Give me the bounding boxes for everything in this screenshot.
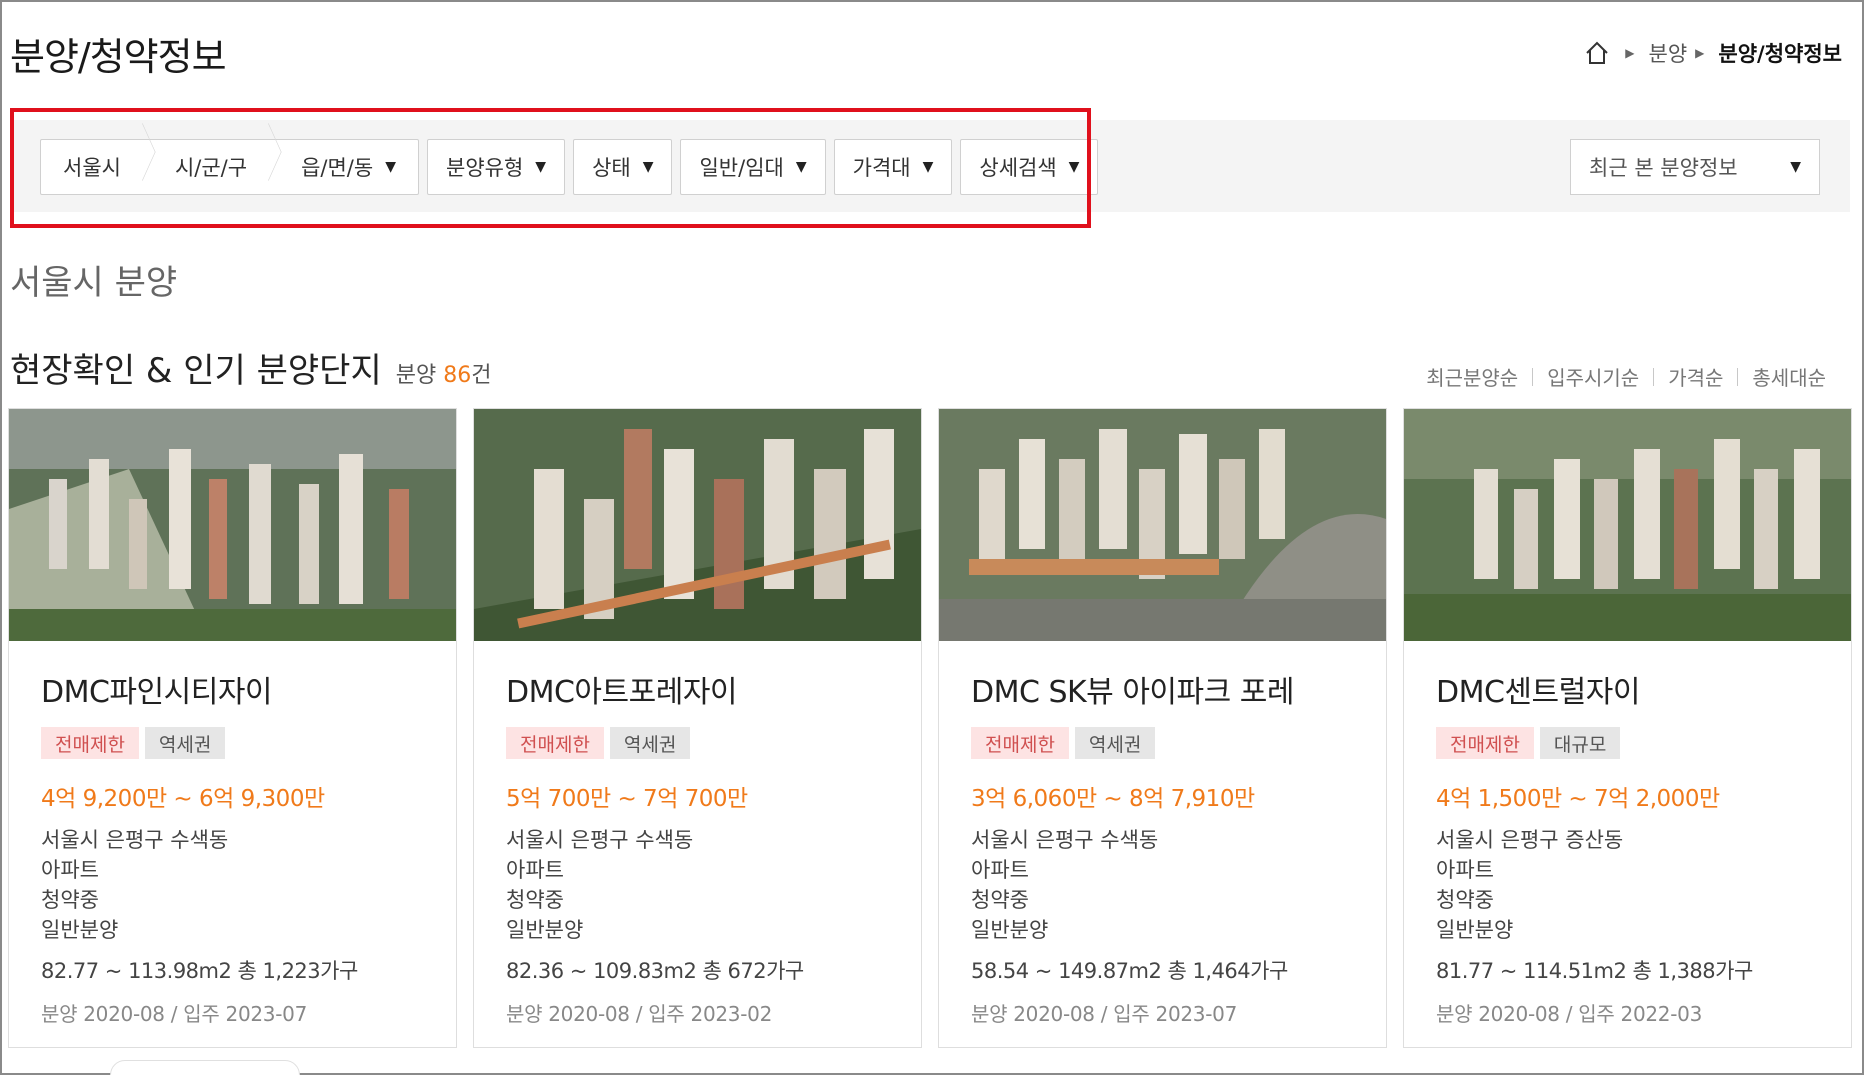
address: 서울시 은평구 수색동: [971, 828, 1159, 852]
sort-price[interactable]: 가격순: [1668, 362, 1723, 391]
card-body: DMC SK뷰 아이파크 포레 전매제한 역세권 3억 6,060만 ~ 8억 …: [939, 641, 1386, 985]
tag-feature: 역세권: [609, 727, 691, 759]
size-households: 82.77 ~ 113.98m2 총 1,223가구: [41, 959, 358, 983]
listing-card[interactable]: DMC SK뷰 아이파크 포레 전매제한 역세권 3억 6,060만 ~ 8억 …: [938, 408, 1387, 1048]
size-households: 81.77 ~ 114.51m2 총 1,388가구: [1436, 959, 1753, 983]
sort-move-in[interactable]: 입주시기순: [1547, 362, 1639, 391]
tag-list: 전매제한 역세권: [41, 727, 456, 759]
region-title: 서울시 분양: [10, 263, 178, 303]
size-households: 58.54 ~ 149.87m2 총 1,464가구: [971, 959, 1288, 983]
card-body: DMC파인시티자이 전매제한 역세권 4억 9,200만 ~ 6억 9,300만…: [9, 641, 456, 985]
complex-name[interactable]: DMC센트럴자이: [1436, 667, 1851, 711]
sale-move-in-dates: 분양 2020-08 / 입주 2023-02: [506, 1002, 772, 1026]
listing-count-suffix: 건: [471, 363, 492, 388]
price-range: 5억 700만 ~ 7억 700만: [506, 786, 748, 812]
caret-down-icon: ▼: [1790, 159, 1801, 175]
address: 서울시 은평구 수색동: [41, 828, 229, 852]
listing-count: 분양 86건: [396, 357, 492, 389]
sort-recent[interactable]: 최근분양순: [1426, 362, 1518, 391]
listing-info: 서울시 은평구 수색동 아파트 청약중 일반분양: [506, 825, 921, 945]
section-heading: 현장확인 & 인기 분양단지 분양 86건: [10, 343, 491, 392]
address: 서울시 은평구 수색동: [506, 828, 694, 852]
complex-rendering-image[interactable]: [939, 409, 1386, 641]
breadcrumb-item-sale[interactable]: 분양: [1649, 38, 1688, 68]
listing-card[interactable]: DMC파인시티자이 전매제한 역세권 4억 9,200만 ~ 6억 9,300만…: [8, 408, 457, 1048]
subscription-status: 청약중: [506, 888, 564, 912]
tag-resale-restriction: 전매제한: [1436, 727, 1534, 759]
complex-rendering-image[interactable]: [1404, 409, 1851, 641]
listing-count-prefix: 분양: [395, 363, 444, 388]
listing-info: 서울시 은평구 증산동 아파트 청약중 일반분양: [1436, 825, 1851, 945]
home-icon[interactable]: [1583, 39, 1611, 67]
sale-move-in-dates: 분양 2020-08 / 입주 2023-07: [41, 1002, 307, 1026]
sort-households[interactable]: 총세대순: [1752, 362, 1826, 391]
property-type: 아파트: [971, 858, 1029, 882]
subscription-status: 청약중: [971, 888, 1029, 912]
breadcrumb-separator-icon: ▶: [1695, 46, 1705, 60]
property-type: 아파트: [41, 858, 99, 882]
sort-options: 최근분양순 입주시기순 가격순 총세대순: [1426, 362, 1826, 391]
complex-name[interactable]: DMC파인시티자이: [41, 667, 456, 711]
complex-name[interactable]: DMC SK뷰 아이파크 포레: [971, 667, 1386, 711]
size-households: 82.36 ~ 109.83m2 총 672가구: [506, 959, 804, 983]
price-range: 3억 6,060만 ~ 8억 7,910만: [971, 786, 1255, 812]
property-type: 아파트: [1436, 858, 1494, 882]
listing-card[interactable]: DMC센트럴자이 전매제한 대규모 4억 1,500만 ~ 7억 2,000만 …: [1403, 408, 1852, 1048]
tag-list: 전매제한 대규모: [1436, 727, 1851, 759]
address: 서울시 은평구 증산동: [1436, 828, 1624, 852]
complex-rendering-image[interactable]: [9, 409, 456, 641]
page-title: 분양/청약정보: [10, 35, 227, 79]
price-range: 4억 9,200만 ~ 6억 9,300만: [41, 786, 325, 812]
breadcrumb-item-current: 분양/청약정보: [1718, 42, 1842, 66]
supply-type: 일반분양: [1436, 918, 1514, 942]
tag-feature: 대규모: [1539, 727, 1621, 759]
recent-viewed-select[interactable]: 최근 본 분양정보 ▼: [1570, 139, 1820, 195]
tag-feature: 역세권: [1074, 727, 1156, 759]
pagination-control[interactable]: [110, 1060, 300, 1075]
breadcrumb: ▶ 분양 ▶ 분양/청약정보: [1583, 38, 1842, 68]
card-body: DMC아트포레자이 전매제한 역세권 5억 700만 ~ 7억 700만 서울시…: [474, 641, 921, 985]
tag-list: 전매제한 역세권: [971, 727, 1386, 759]
listing-info: 서울시 은평구 수색동 아파트 청약중 일반분양: [41, 825, 456, 945]
tag-feature: 역세권: [144, 727, 226, 759]
tag-list: 전매제한 역세권: [506, 727, 921, 759]
supply-type: 일반분양: [506, 918, 584, 942]
subscription-status: 청약중: [1436, 888, 1494, 912]
complex-name[interactable]: DMC아트포레자이: [506, 667, 921, 711]
property-type: 아파트: [506, 858, 564, 882]
sort-divider: [1737, 367, 1739, 386]
tag-resale-restriction: 전매제한: [506, 727, 604, 759]
subscription-status: 청약중: [41, 888, 99, 912]
listing-info: 서울시 은평구 수색동 아파트 청약중 일반분양: [971, 825, 1386, 945]
highlight-annotation-box: [10, 108, 1091, 228]
sort-divider: [1653, 367, 1655, 386]
supply-type: 일반분양: [41, 918, 119, 942]
breadcrumb-separator-icon: ▶: [1625, 46, 1635, 60]
card-body: DMC센트럴자이 전매제한 대규모 4억 1,500만 ~ 7억 2,000만 …: [1404, 641, 1851, 985]
price-range: 4억 1,500만 ~ 7억 2,000만: [1436, 786, 1720, 812]
listing-cards: DMC파인시티자이 전매제한 역세권 4억 9,200만 ~ 6억 9,300만…: [8, 408, 1852, 1048]
section-title: 현장확인 & 인기 분양단지: [10, 351, 382, 391]
recent-viewed-label: 최근 본 분양정보: [1589, 156, 1738, 180]
tag-resale-restriction: 전매제한: [41, 727, 139, 759]
supply-type: 일반분양: [971, 918, 1049, 942]
listing-card[interactable]: DMC아트포레자이 전매제한 역세권 5억 700만 ~ 7억 700만 서울시…: [473, 408, 922, 1048]
sale-move-in-dates: 분양 2020-08 / 입주 2022-03: [1436, 1002, 1702, 1026]
listing-count-number: 86: [443, 363, 472, 388]
sale-move-in-dates: 분양 2020-08 / 입주 2023-07: [971, 1002, 1237, 1026]
sort-divider: [1532, 367, 1534, 386]
complex-rendering-image[interactable]: [474, 409, 921, 641]
tag-resale-restriction: 전매제한: [971, 727, 1069, 759]
